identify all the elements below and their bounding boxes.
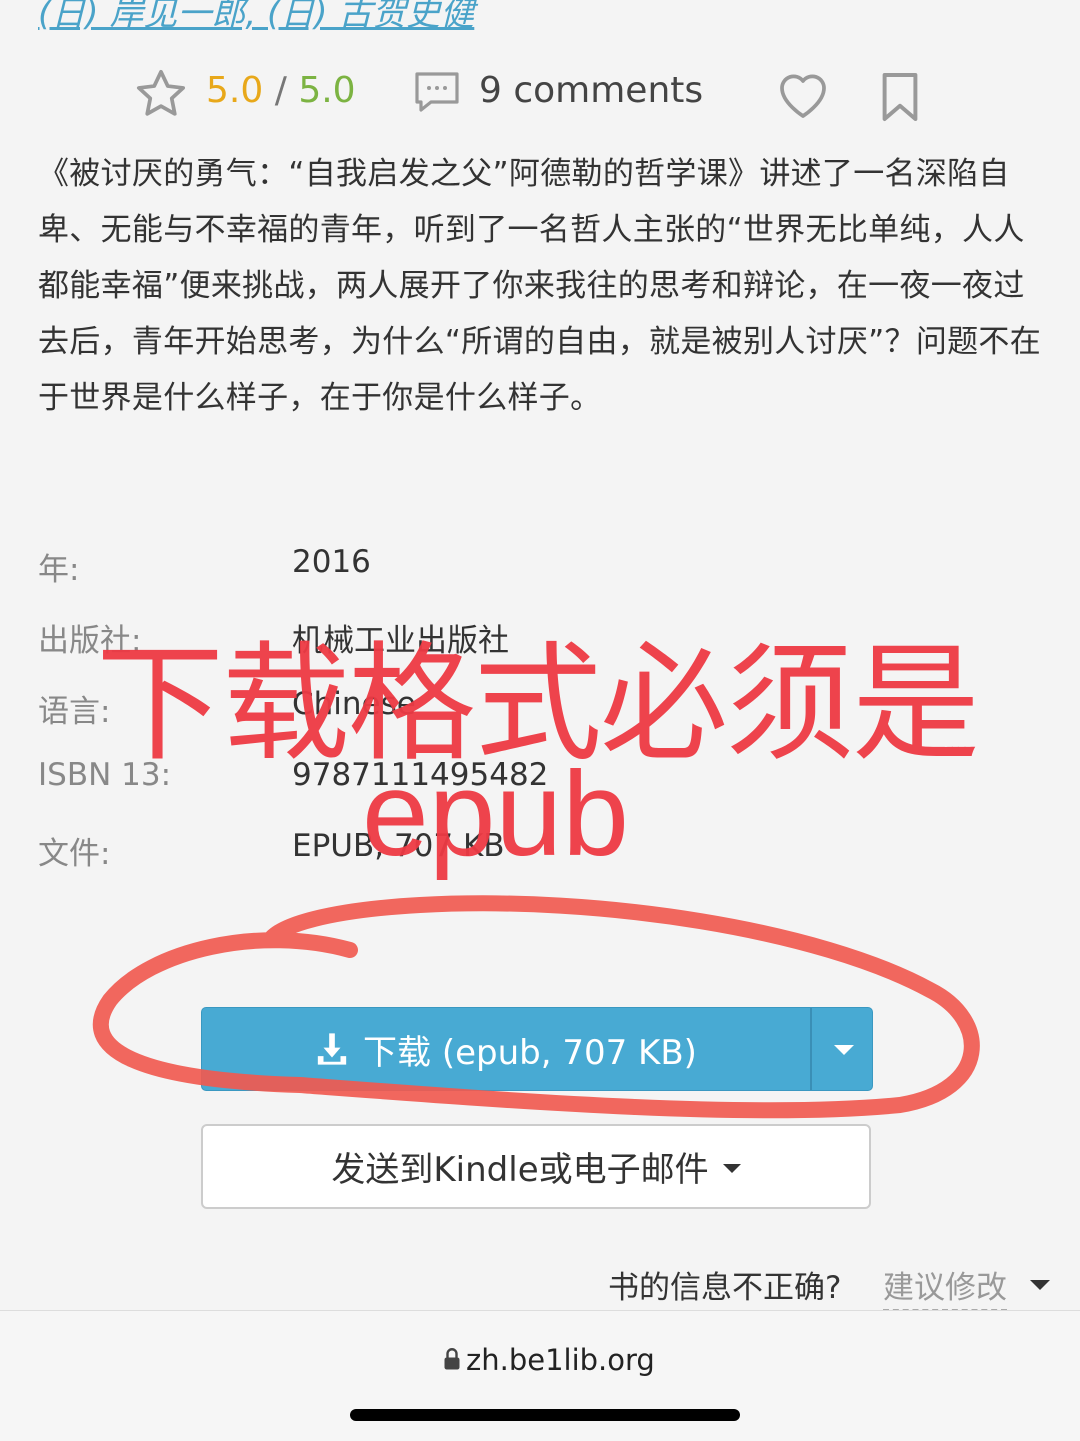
lock-icon — [444, 1348, 460, 1370]
rating-display: 5.0 / 5.0 — [206, 70, 356, 111]
detail-value: 2016 — [292, 544, 371, 580]
detail-label: 年: — [38, 552, 80, 588]
download-options-dropdown[interactable] — [814, 1008, 872, 1090]
comments-link[interactable]: 9 comments — [479, 70, 703, 111]
url-text[interactable]: zh.be1lib.org — [466, 1343, 655, 1377]
comment-icon[interactable] — [413, 70, 461, 114]
send-to-kindle-button[interactable]: 发送到Kindle或电子邮件 — [201, 1124, 871, 1209]
rating-value: 5.0 — [206, 70, 264, 111]
incorrect-info-text: 书的信息不正确? — [608, 1270, 842, 1306]
star-icon[interactable] — [133, 66, 189, 122]
chevron-down-icon[interactable] — [1030, 1280, 1050, 1290]
button-divider — [810, 1008, 812, 1090]
browser-address-bar[interactable]: zh.be1lib.org — [0, 1310, 1080, 1441]
download-button-group: 下载 (epub, 707 KB) — [201, 1007, 873, 1091]
rating-max: 5.0 — [298, 70, 356, 111]
detail-label: 文件: — [38, 836, 111, 872]
send-to-kindle-label: 发送到Kindle或电子邮件 — [331, 1150, 709, 1190]
download-button[interactable]: 下载 (epub, 707 KB) — [202, 1008, 810, 1090]
book-authors-link[interactable]: (日) 岸见一郎, (日) 古贺史健 — [38, 0, 474, 35]
annotation-epub-text: epub — [362, 747, 629, 881]
book-meta-row: 5.0 / 5.0 9 comments — [0, 62, 1080, 126]
chevron-down-icon — [722, 1164, 741, 1173]
suggest-edit-link[interactable]: 建议修改 — [883, 1262, 1007, 1311]
download-button-label: 下载 (epub, 707 KB) — [363, 1032, 697, 1073]
home-indicator — [350, 1409, 740, 1421]
heart-icon[interactable] — [775, 68, 831, 122]
bookmark-icon[interactable] — [878, 70, 922, 124]
download-icon — [317, 1033, 347, 1065]
book-description: 《被讨厌的勇气：“自我启发之父”阿德勒的哲学课》讲述了一名深陷自卑、无能与不幸福… — [38, 156, 1042, 416]
rating-separator: / — [274, 70, 287, 111]
